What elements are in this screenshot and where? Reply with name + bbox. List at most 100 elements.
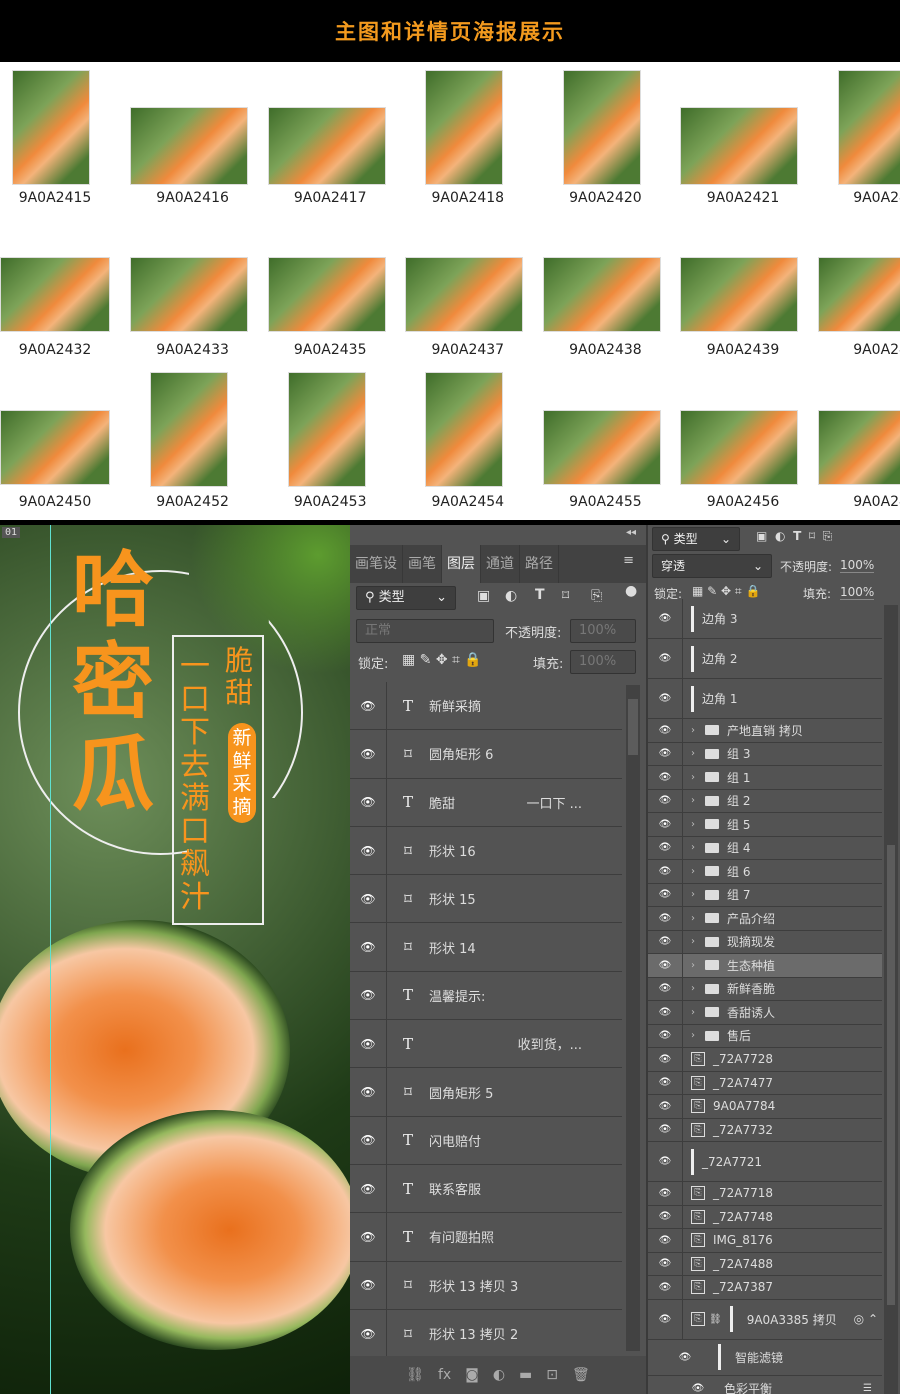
layer-row[interactable]: 👁 ⎘ _72A7728 [648, 1048, 882, 1072]
eye-icon[interactable]: 👁 [648, 1258, 682, 1269]
eye-icon[interactable]: 👁 [648, 983, 682, 994]
thumbnail-image[interactable] [0, 257, 110, 332]
expand-chevron-icon[interactable]: › [691, 983, 701, 994]
layer-row[interactable]: 👁 T 闪电赔付 [350, 1116, 622, 1165]
layer-body[interactable]: › 产品介绍 [682, 907, 882, 930]
expand-chevron-icon[interactable]: › [691, 1030, 701, 1041]
expand-chevron-icon[interactable]: › [691, 960, 701, 971]
fx-icon[interactable]: fx [438, 1367, 451, 1383]
new-layer-icon[interactable]: ⊡ [546, 1367, 558, 1383]
layer-row[interactable]: 👁 › 组 7 [648, 883, 882, 907]
layer-row[interactable]: 👁 ⌑ 形状 15 [350, 875, 622, 924]
eye-icon[interactable]: 👁 [350, 747, 386, 761]
adjustment-icon[interactable]: ◐ [493, 1367, 505, 1383]
layer-row[interactable]: 👁 T 收到货，... [350, 1020, 622, 1069]
layer-row[interactable]: 👁 ⎘ ⛓ 9A0A3385 拷贝 ◎ ⌃ [648, 1299, 882, 1340]
eye-icon[interactable]: 👁 [648, 1188, 682, 1199]
thumbnail-image[interactable] [405, 257, 523, 332]
image-filter-icon[interactable]: ▣ [477, 588, 490, 604]
layer-row[interactable]: 👁 T 联系客服 [350, 1164, 622, 1214]
tab-0[interactable]: 画笔设 [350, 545, 403, 583]
eye-icon[interactable]: 👁 [648, 913, 682, 924]
eye-icon[interactable]: 👁 [648, 889, 682, 900]
filter-effects-icon[interactable]: ◎ ⌃ [854, 1312, 878, 1326]
layer-body[interactable]: › 组 4 [682, 836, 882, 859]
thumbnail-image[interactable] [0, 410, 110, 485]
layer-row[interactable]: 👁 ⎘ _72A7748 [648, 1205, 882, 1229]
eye-icon[interactable]: 👁 [350, 988, 386, 1002]
tab-2[interactable]: 图层 [442, 545, 481, 583]
layer-row[interactable]: 👁 ⎘ 9A0A7784 [648, 1095, 882, 1119]
layer-body[interactable]: ⎘ _72A7718 [682, 1182, 882, 1205]
layer-body[interactable]: ⎘ ⛓ 9A0A3385 拷贝 ◎ ⌃ [682, 1299, 882, 1339]
layer-body[interactable]: T 闪电赔付 [386, 1116, 622, 1164]
layer-row[interactable]: 👁 T 有问题拍照 [350, 1213, 622, 1262]
layer-body[interactable]: › 现摘现发 [682, 930, 882, 953]
expand-chevron-icon[interactable]: › [691, 819, 701, 830]
layer-body[interactable]: ⎘ _72A7477 [682, 1071, 882, 1094]
layer-row[interactable]: 👁 › 产地直销 拷贝 [648, 719, 882, 743]
layer-body[interactable]: T 有问题拍照 [386, 1213, 622, 1261]
layer-row[interactable]: 👁 ⌑ 形状 14 [350, 923, 622, 972]
layer-body[interactable]: ⎘ _72A7387 [682, 1276, 882, 1299]
eye-icon[interactable]: 👁 [648, 1077, 682, 1088]
document-tab[interactable]: 01 [2, 527, 21, 538]
layer-body[interactable]: T 脆甜 一口下 ... [386, 778, 622, 826]
layer-row[interactable]: 👁 › 组 2 [648, 789, 882, 813]
layer-row[interactable]: 👁 › 生态种植 [648, 954, 882, 978]
layer-body[interactable]: › 组 7 [682, 883, 882, 906]
thumbnail-image[interactable] [268, 107, 386, 185]
layer-row[interactable]: 👁 ⌑ 圆角矩形 6 [350, 730, 622, 779]
thumbnail-image[interactable] [680, 257, 798, 332]
thumbnail-image[interactable] [425, 70, 503, 185]
thumbnail-image[interactable] [288, 372, 366, 487]
eye-icon[interactable]: 👁 [648, 819, 682, 830]
layer-body[interactable]: ⎘ IMG_8176 [682, 1229, 882, 1252]
eye-icon[interactable]: 👁 [648, 1156, 682, 1167]
link-icon[interactable]: ⛓ [406, 1367, 424, 1383]
layer-row[interactable]: 👁 _72A7721 [648, 1142, 882, 1182]
layer-body[interactable]: ⎘ _72A7732 [682, 1118, 882, 1141]
eye-icon[interactable]: 👁 [350, 1182, 386, 1196]
blend-mode-select[interactable]: 正常 [356, 619, 494, 643]
eye-icon[interactable]: 👁 [350, 1085, 386, 1099]
mask-icon[interactable]: ◙ [465, 1367, 479, 1383]
layer-row[interactable]: 👁 › 组 3 [648, 742, 882, 766]
guide-line[interactable] [50, 525, 51, 1394]
layer-body[interactable]: 智能滤镜 [702, 1340, 882, 1375]
layer-row[interactable]: 👁 ⌑ 圆角矩形 5 [350, 1068, 622, 1117]
opacity-input[interactable]: 100% [840, 558, 875, 573]
layer-row[interactable]: 👁 边角 1 [648, 679, 882, 719]
filter-select[interactable]: ⚲ 类型 ⌄ [356, 586, 456, 610]
layer-row[interactable]: 👁 › 现摘现发 [648, 930, 882, 954]
eye-icon[interactable]: 👁 [648, 1211, 682, 1222]
eye-icon[interactable]: 👁 [648, 613, 682, 624]
eye-icon[interactable]: 👁 [350, 940, 386, 954]
layer-body[interactable]: ⎘ 9A0A7784 [682, 1095, 882, 1118]
layer-row[interactable]: 👁 › 组 5 [648, 813, 882, 837]
layer-body[interactable]: ⌑ 形状 16 [386, 826, 622, 875]
thumbnail-image[interactable] [818, 410, 900, 485]
layer-row[interactable]: 👁 ⎘ _72A7488 [648, 1252, 882, 1276]
thumbnail-image[interactable] [130, 257, 248, 332]
thumbnail-image[interactable] [680, 107, 798, 185]
eye-icon[interactable]: 👁 [648, 936, 682, 947]
eye-icon[interactable]: 👁 [648, 1314, 682, 1325]
eye-icon[interactable]: 👁 [688, 1383, 708, 1394]
eye-icon[interactable]: 👁 [350, 892, 386, 906]
expand-chevron-icon[interactable]: › [691, 1007, 701, 1018]
expand-chevron-icon[interactable]: › [691, 748, 701, 759]
layer-body[interactable]: › 组 5 [682, 813, 882, 836]
eye-icon[interactable]: 👁 [648, 1235, 682, 1246]
eye-icon[interactable]: 👁 [648, 960, 682, 971]
layer-row[interactable]: 👁 ⎘ _72A7477 [648, 1071, 882, 1095]
thumbnail-image[interactable] [838, 70, 900, 185]
layer-body[interactable]: ⌑ 形状 13 拷贝 2 [386, 1309, 622, 1356]
layer-body[interactable]: › 组 2 [682, 789, 882, 812]
scrollbar-thumb[interactable] [887, 845, 895, 1305]
layer-row[interactable]: 👁 智能滤镜 [648, 1340, 882, 1376]
layer-body[interactable]: 色彩平衡 ☰ [708, 1376, 882, 1394]
layer-row[interactable]: 👁 › 香甜诱人 [648, 1001, 882, 1025]
expand-chevron-icon[interactable]: › [691, 725, 701, 736]
eye-icon[interactable]: 👁 [648, 1282, 682, 1293]
